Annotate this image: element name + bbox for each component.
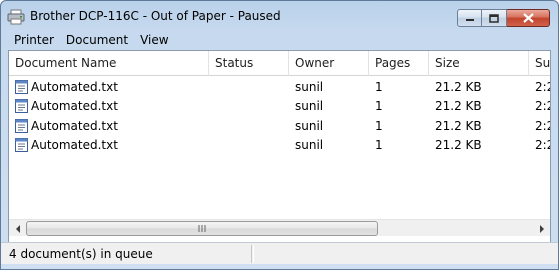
maximize-icon xyxy=(489,13,499,23)
owner-cell: sunil xyxy=(295,79,324,94)
document-rows: Automated.txt sunil 1 21.2 KB 2:2 xyxy=(9,77,550,156)
column-header-size[interactable]: Size xyxy=(429,51,529,76)
scroll-left-button[interactable] xyxy=(9,220,26,237)
window-title: Brother DCP-116C - Out of Paper - Paused xyxy=(30,9,281,23)
text-document-icon xyxy=(15,118,28,133)
status-divider xyxy=(251,245,252,263)
column-header-pages[interactable]: Pages xyxy=(369,51,429,76)
print-queue-window: Brother DCP-116C - Out of Paper - Paused xyxy=(0,0,559,270)
pages-cell: 1 xyxy=(375,99,383,114)
table-row[interactable]: Automated.txt sunil 1 21.2 KB 2:2 xyxy=(9,116,550,136)
status-bar: 4 document(s) in queue xyxy=(1,242,558,264)
maximize-button[interactable] xyxy=(482,9,507,27)
scroll-left-arrow-icon xyxy=(15,224,20,233)
column-header-owner[interactable]: Owner xyxy=(289,51,369,76)
column-header-status[interactable]: Status xyxy=(209,51,289,76)
document-name: Automated.txt xyxy=(31,118,118,133)
submitted-cell: 2:2 xyxy=(535,138,550,153)
document-name-cell: Automated.txt xyxy=(9,138,209,153)
document-list: Document Name Status Owner Pages Size Su… xyxy=(8,50,551,244)
close-button[interactable] xyxy=(507,9,550,27)
size-cell: 21.2 KB xyxy=(435,79,482,94)
minimize-button[interactable] xyxy=(457,9,482,27)
pages-cell: 1 xyxy=(375,79,383,94)
document-name-cell: Automated.txt xyxy=(9,118,209,133)
menu-printer[interactable]: Printer xyxy=(8,31,60,49)
horizontal-scrollbar[interactable] xyxy=(9,219,550,236)
document-name-cell: Automated.txt xyxy=(9,99,209,114)
close-icon xyxy=(522,13,534,23)
grip-icon xyxy=(198,225,205,232)
menu-bar: Printer Document View xyxy=(8,31,551,49)
text-document-icon xyxy=(15,79,28,94)
pages-cell: 1 xyxy=(375,138,383,153)
owner-cell: sunil xyxy=(295,99,324,114)
title-bar[interactable]: Brother DCP-116C - Out of Paper - Paused xyxy=(1,1,558,31)
queue-count-text: 4 document(s) in queue xyxy=(9,247,153,261)
scrollbar-thumb[interactable] xyxy=(26,221,378,236)
document-name-cell: Automated.txt xyxy=(9,79,209,94)
text-document-icon xyxy=(15,99,28,114)
column-header-document-name[interactable]: Document Name xyxy=(9,51,209,76)
caption-buttons xyxy=(457,9,550,27)
status-divider-highlight xyxy=(253,245,254,263)
document-name: Automated.txt xyxy=(31,99,118,114)
owner-cell: sunil xyxy=(295,118,324,133)
column-header-row: Document Name Status Owner Pages Size Su… xyxy=(9,51,550,76)
size-cell: 21.2 KB xyxy=(435,99,482,114)
table-row[interactable]: Automated.txt sunil 1 21.2 KB 2:2 xyxy=(9,77,550,97)
table-row[interactable]: Automated.txt sunil 1 21.2 KB 2:2 xyxy=(9,97,550,117)
pages-cell: 1 xyxy=(375,118,383,133)
scroll-right-arrow-icon xyxy=(539,224,544,233)
minimize-icon xyxy=(465,19,474,21)
menu-view[interactable]: View xyxy=(134,31,174,49)
menu-document[interactable]: Document xyxy=(60,31,134,49)
scroll-right-button[interactable] xyxy=(533,220,550,237)
document-name: Automated.txt xyxy=(31,138,118,153)
submitted-cell: 2:2 xyxy=(535,118,550,133)
text-document-icon xyxy=(15,138,28,153)
submitted-cell: 2:2 xyxy=(535,99,550,114)
owner-cell: sunil xyxy=(295,138,324,153)
document-name: Automated.txt xyxy=(31,79,118,94)
size-cell: 21.2 KB xyxy=(435,118,482,133)
column-header-submitted[interactable]: Sub xyxy=(529,51,550,76)
printer-icon[interactable] xyxy=(7,9,25,25)
submitted-cell: 2:2 xyxy=(535,79,550,94)
table-row[interactable]: Automated.txt sunil 1 21.2 KB 2:2 xyxy=(9,136,550,156)
size-cell: 21.2 KB xyxy=(435,138,482,153)
